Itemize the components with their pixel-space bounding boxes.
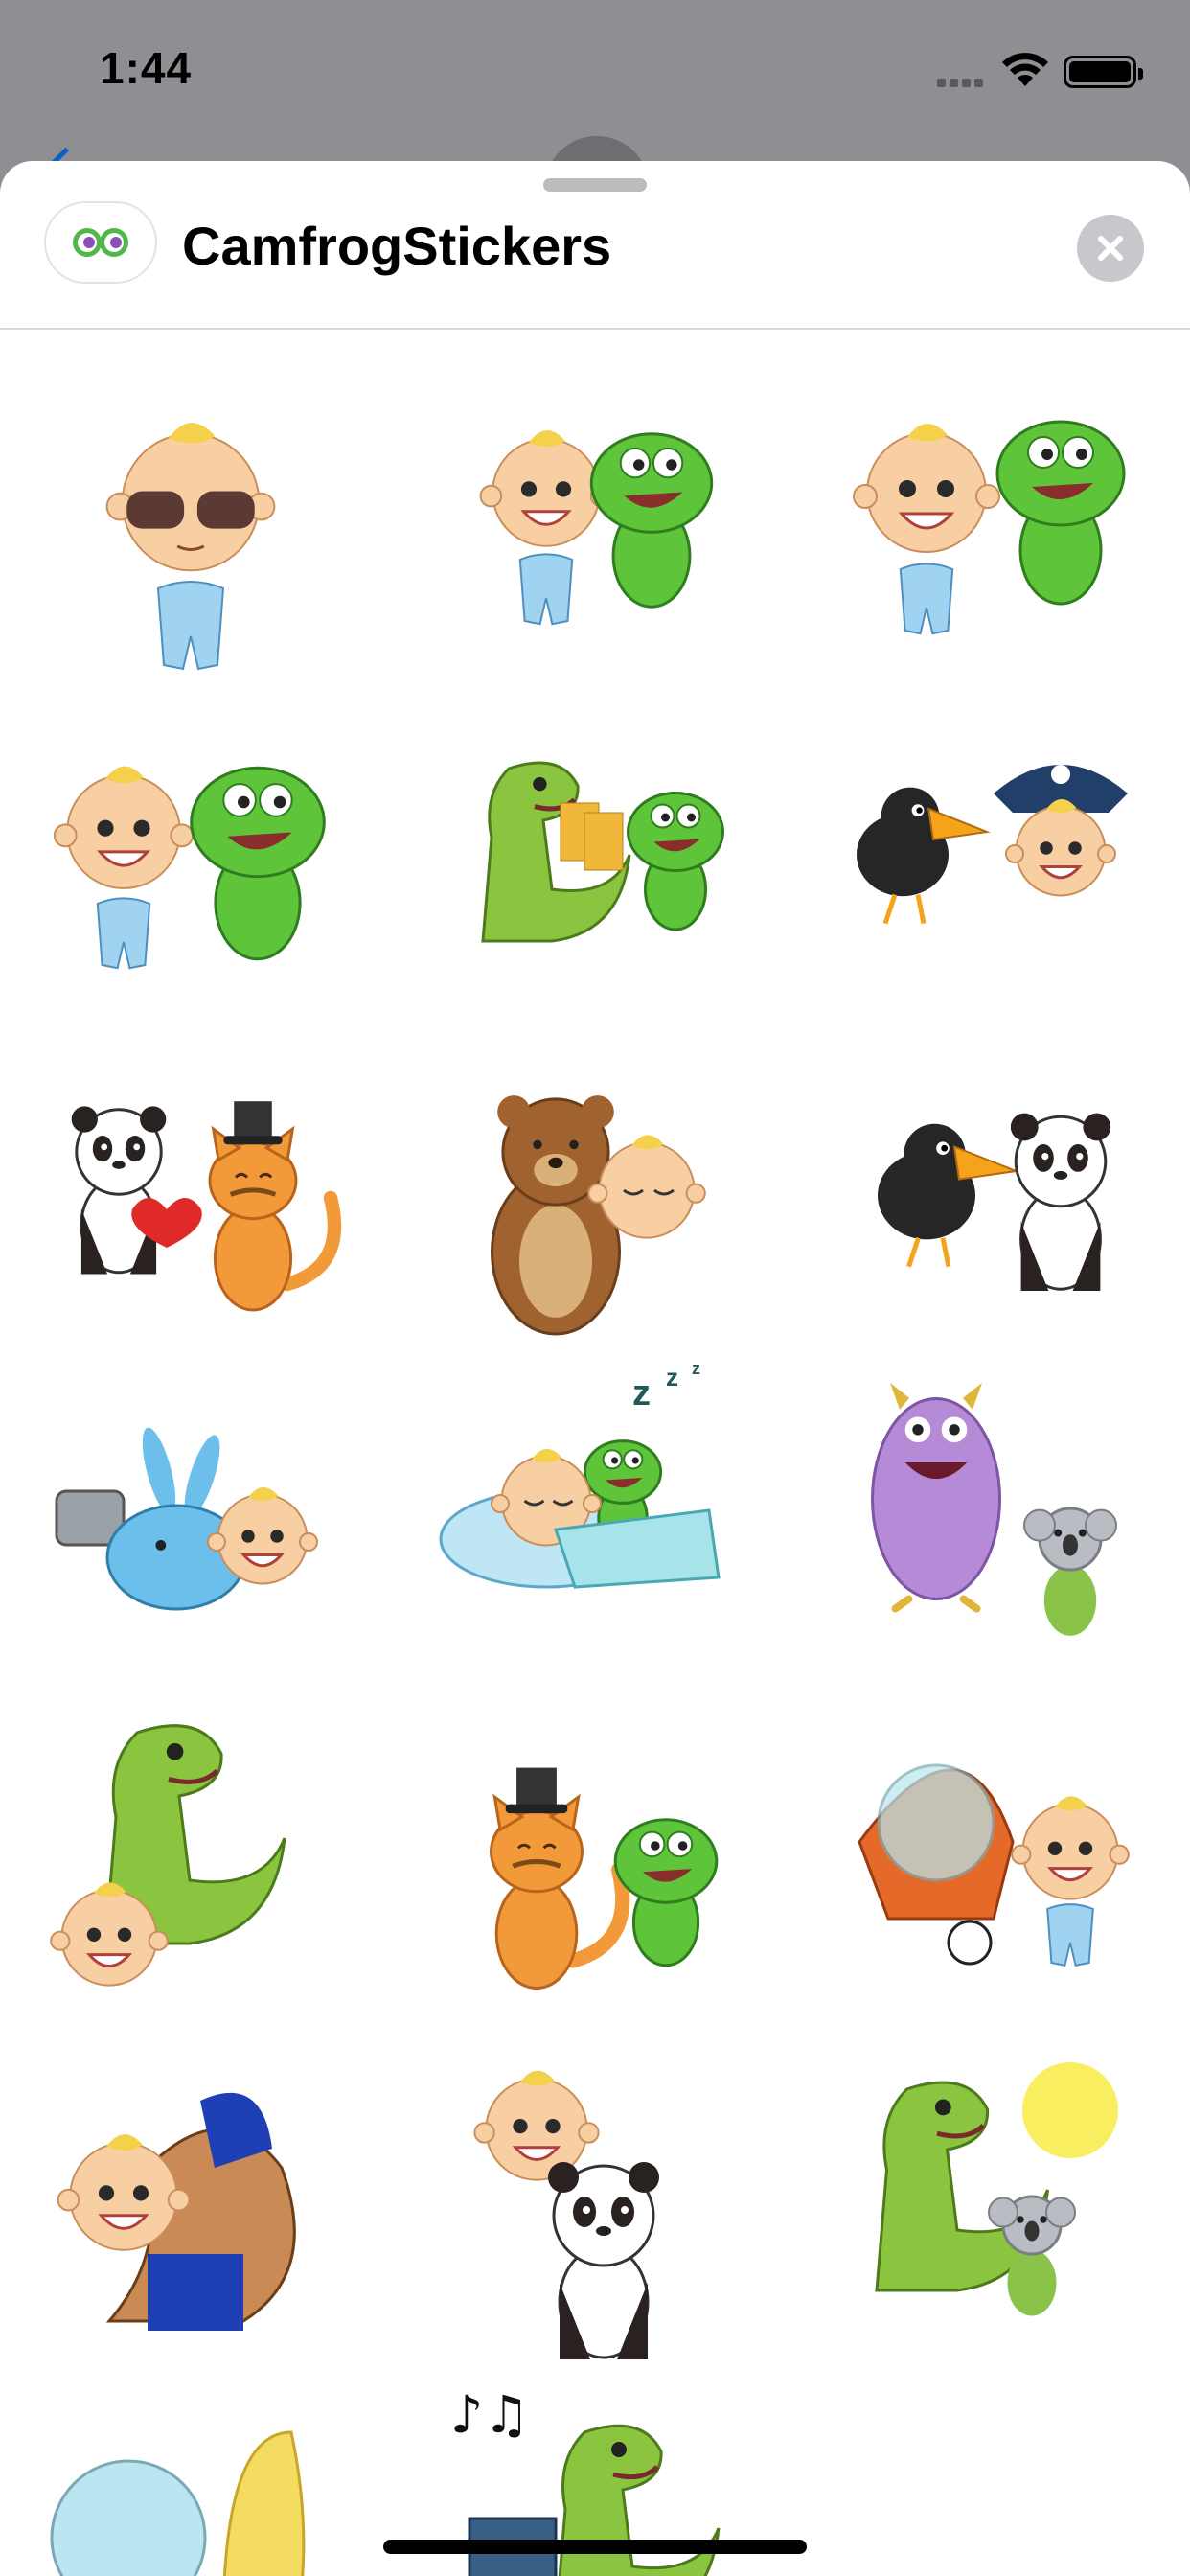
svg-text:z: z: [632, 1373, 651, 1414]
wrestler-baby-sticker[interactable]: [33, 2034, 349, 2340]
baby-panda-sticker[interactable]: [431, 2034, 747, 2359]
baby-frog-hug-sticker-illustration: [853, 420, 1126, 635]
alien-rocket-baby-sticker[interactable]: [831, 1689, 1147, 1995]
svg-text:z: z: [692, 1359, 700, 1378]
alien-banana-sticker[interactable]: [33, 2375, 349, 2576]
battery-icon: [1064, 56, 1143, 88]
alien-banana-sticker-illustration: [50, 2430, 306, 2576]
baby-frog-hug-sticker[interactable]: [831, 330, 1147, 636]
close-icon: [1098, 236, 1123, 261]
baby-frog-running-sticker-illustration: [53, 766, 326, 970]
panda-cat-love-sticker[interactable]: [33, 1008, 349, 1315]
bunny-baby-selfie-sticker-illustration: [55, 1427, 318, 1611]
cellular-signal-icon: [937, 75, 987, 92]
camfrog-eyes-icon: [73, 228, 128, 257]
camfrog-app-icon[interactable]: [44, 201, 157, 284]
baby-frog-highfive-sticker[interactable]: [431, 330, 747, 636]
dino-frog-cheers-sticker[interactable]: [431, 669, 747, 976]
status-bar: 1:44: [0, 0, 1190, 153]
dino-frog-cheers-sticker-illustration: [481, 761, 724, 943]
dino-koala-sun-sticker-illustration: [875, 2062, 1118, 2316]
baby-frog-highfive-sticker-illustration: [479, 430, 714, 626]
dino-baby-laugh-sticker-illustration: [50, 1724, 286, 1987]
dino-koala-sun-sticker[interactable]: [831, 2034, 1147, 2340]
crow-panda-sticker-illustration: [878, 1113, 1111, 1291]
bunny-baby-selfie-sticker[interactable]: [33, 1347, 349, 1654]
baby-frog-running-sticker[interactable]: [33, 669, 349, 976]
baby-frog-sleep-sticker-illustration: zzz: [439, 1359, 721, 1589]
crow-pirate-sticker-illustration: [857, 765, 1128, 925]
bear-baby-kiss-sticker[interactable]: [431, 1008, 747, 1336]
status-time: 1:44: [100, 43, 193, 93]
home-indicator[interactable]: [383, 2540, 807, 2554]
alien-rocket-baby-sticker-illustration: [858, 1763, 1130, 1966]
cat-frog-sticker-illustration: [490, 1767, 719, 1990]
svg-text:♪♫: ♪♫: [450, 2384, 530, 2445]
app-title: CamfrogStickers: [182, 216, 612, 276]
panda-cat-love-sticker-illustration: [71, 1101, 342, 1312]
baby-sunglasses-sticker-illustration: [105, 423, 276, 671]
close-button[interactable]: [1077, 215, 1144, 282]
dino-baby-laugh-sticker[interactable]: [33, 1689, 349, 1995]
crow-pirate-sticker[interactable]: [831, 669, 1147, 976]
wrestler-baby-sticker-illustration: [57, 2092, 296, 2331]
svg-text:z: z: [666, 1363, 678, 1392]
monster-koala-sticker-illustration: [871, 1382, 1117, 1636]
sheet-header: CamfrogStickers: [0, 161, 1190, 330]
baby-sunglasses-sticker[interactable]: [33, 330, 349, 671]
wifi-icon: [1002, 53, 1048, 86]
sticker-sheet: CamfrogStickers z z z ♪♫: [0, 161, 1190, 2576]
cat-frog-sticker[interactable]: [431, 1689, 747, 1995]
baby-panda-sticker-illustration: [473, 2070, 659, 2359]
monster-koala-sticker[interactable]: [831, 1347, 1147, 1654]
crow-panda-sticker[interactable]: [831, 1008, 1147, 1315]
baby-frog-sleep-sticker[interactable]: zzz: [431, 1347, 747, 1654]
bear-baby-kiss-sticker-illustration: [491, 1095, 706, 1336]
